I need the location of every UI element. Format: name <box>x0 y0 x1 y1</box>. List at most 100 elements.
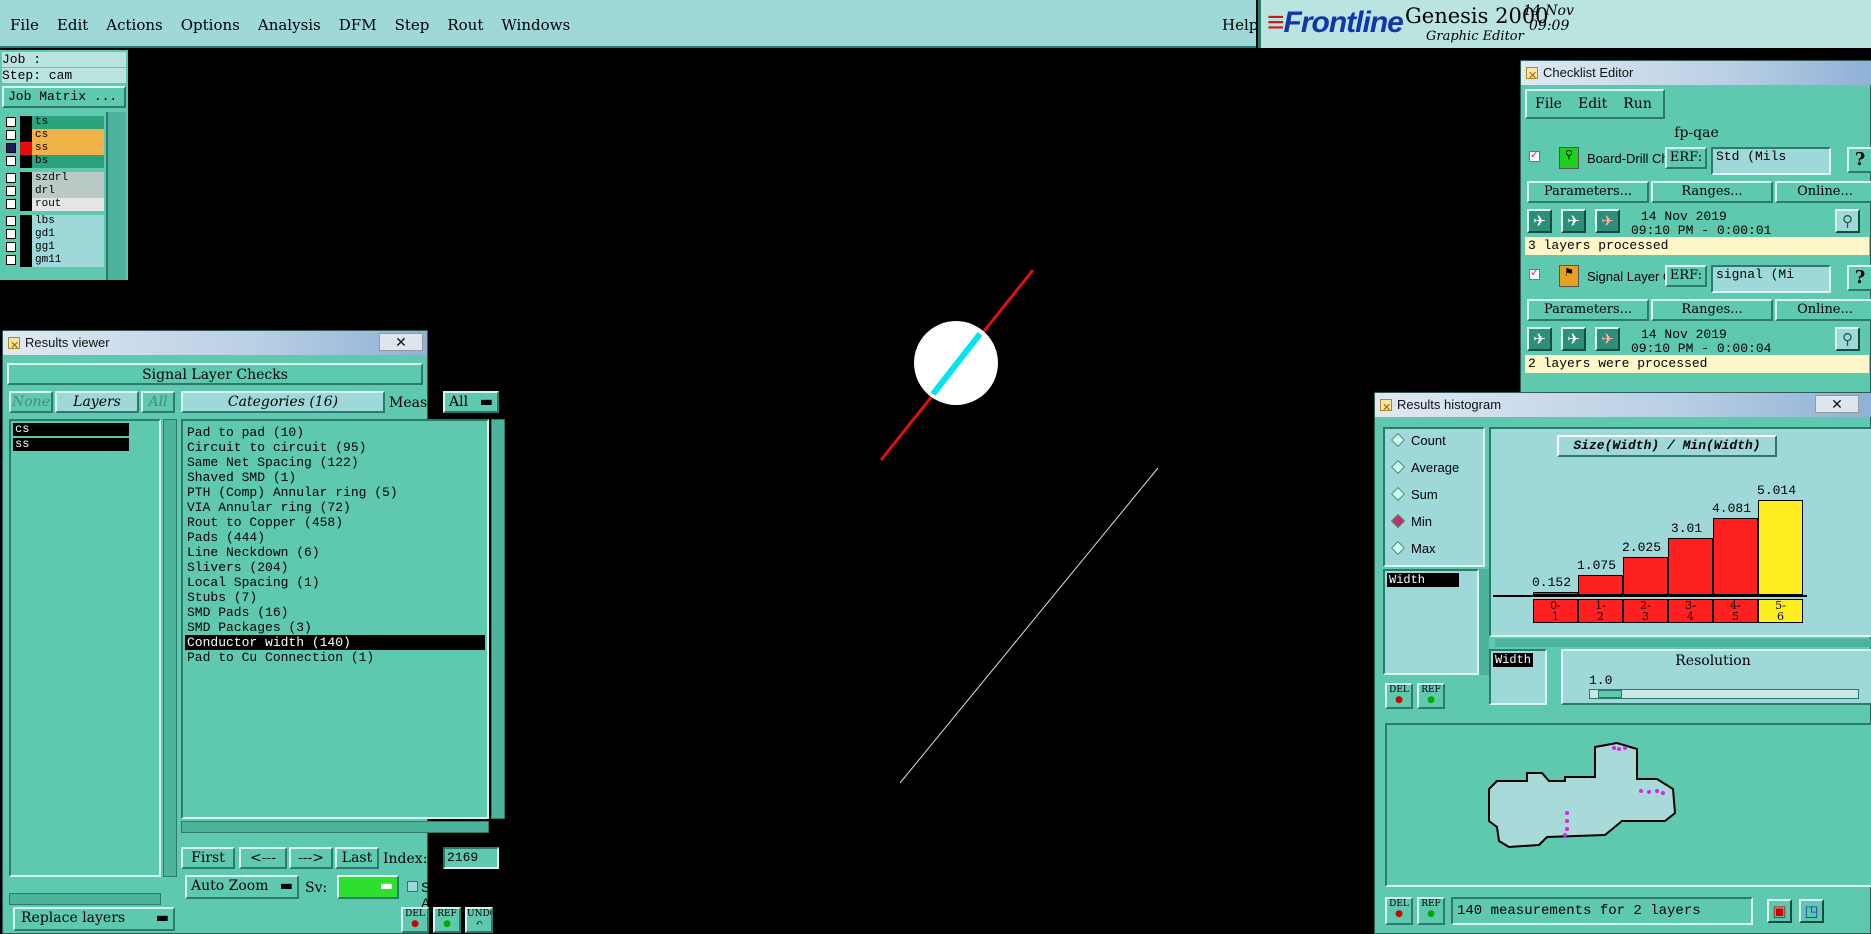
undo-button[interactable]: UNDO↶ <box>465 907 493 933</box>
category-item[interactable]: Circuit to circuit (95) <box>185 440 485 455</box>
category-item[interactable]: Line Neckdown (6) <box>185 545 485 560</box>
prev-button[interactable]: <--- <box>239 847 287 869</box>
layer-checkbox[interactable] <box>6 186 16 196</box>
layer-checkbox[interactable] <box>6 156 16 166</box>
layer-list-scrollbar[interactable] <box>163 419 177 877</box>
bar-category-label[interactable]: 0-1 <box>1533 599 1578 623</box>
menu-options[interactable]: Options <box>181 16 240 34</box>
run-all-icon[interactable]: ✈ <box>1561 327 1586 351</box>
histogram-bar[interactable] <box>1713 518 1758 595</box>
layer-checkbox[interactable] <box>6 229 16 239</box>
parameters-button[interactable]: Parameters... <box>1527 181 1649 203</box>
ranges-button[interactable]: Ranges... <box>1651 181 1773 203</box>
layers-tab[interactable]: Layers <box>55 391 139 413</box>
layer-row[interactable]: cs <box>4 129 104 142</box>
layer-checkbox[interactable] <box>6 199 16 209</box>
histogram-bar[interactable] <box>1758 500 1803 595</box>
run-all-icon[interactable]: ✈ <box>1561 209 1586 233</box>
histogram-titlebar[interactable]: Results histogram ✕ <box>1375 393 1871 420</box>
category-item[interactable]: Pad to Cu Connection (1) <box>185 650 485 665</box>
histogram-bar[interactable] <box>1668 538 1713 595</box>
show-all-checkbox[interactable] <box>407 881 418 892</box>
sv-color-dropdown[interactable]: ▬ <box>337 875 399 899</box>
stop-icon[interactable]: ✈ <box>1595 327 1620 351</box>
bar-category-label[interactable]: 2-3 <box>1623 599 1668 623</box>
attribute2-item[interactable]: Width <box>1493 653 1533 667</box>
first-button[interactable]: First <box>181 847 235 869</box>
stop-icon[interactable]: ✈ <box>1595 209 1620 233</box>
zoom-results-icon[interactable]: ⚲ <box>1835 327 1860 351</box>
menu-step[interactable]: Step <box>395 16 430 34</box>
layer-row[interactable]: bs <box>4 155 104 168</box>
auto-zoom-dropdown[interactable]: Auto Zoom ▬ <box>185 875 299 899</box>
menu-edit[interactable]: Edit <box>57 16 88 34</box>
category-item[interactable]: SMD Pads (16) <box>185 605 485 620</box>
parameters-button[interactable]: Parameters... <box>1527 299 1649 321</box>
mode-sum-radio[interactable]: Sum <box>1390 486 1438 502</box>
attribute-scrollbar[interactable] <box>1479 569 1489 675</box>
help-button[interactable]: ? <box>1847 265 1871 291</box>
category-item[interactable]: Local Spacing (1) <box>185 575 485 590</box>
layer-row[interactable]: lbs <box>4 215 104 228</box>
mode-count-radio[interactable]: Count <box>1390 432 1446 448</box>
checklist-menu-file[interactable]: File <box>1535 96 1562 112</box>
bottom-hscrollbar[interactable] <box>9 893 161 905</box>
layer-row[interactable]: gm11 <box>4 254 104 267</box>
chart-hscrollbar[interactable] <box>1495 639 1871 647</box>
checklist-titlebar[interactable]: Checklist Editor <box>1521 61 1871 88</box>
result-layer-item[interactable]: ss <box>13 438 129 451</box>
layer-row[interactable]: szdrl <box>4 172 104 185</box>
zoom-results-icon[interactable]: ⚲ <box>1835 209 1860 233</box>
bar-category-label[interactable]: 4-5 <box>1713 599 1758 623</box>
run-icon[interactable]: ✈ <box>1527 209 1552 233</box>
layer-row[interactable]: ts <box>4 116 104 129</box>
check-label[interactable]: Signal Layer Ch <box>1587 269 1669 284</box>
menu-help[interactable]: Help <box>1222 16 1258 34</box>
board-preview[interactable] <box>1385 723 1871 887</box>
category-item[interactable]: Pad to pad (10) <box>185 425 485 440</box>
bar-category-label[interactable]: 5-6 <box>1758 599 1803 623</box>
checklist-menu-run[interactable]: Run <box>1623 96 1652 112</box>
zoom-fit-icon[interactable]: ◳ <box>1799 899 1824 923</box>
online-button[interactable]: Online... <box>1775 299 1871 321</box>
category-item[interactable]: PTH (Comp) Annular ring (5) <box>185 485 485 500</box>
layer-checkbox[interactable] <box>6 117 16 127</box>
layer-checkbox[interactable] <box>6 173 16 183</box>
category-item[interactable]: VIA Annular ring (72) <box>185 500 485 515</box>
job-matrix-button[interactable]: Job Matrix ... <box>2 86 126 108</box>
checklist-menu-edit[interactable]: Edit <box>1578 96 1607 112</box>
run-icon[interactable]: ✈ <box>1527 327 1552 351</box>
category-list[interactable]: Pad to pad (10) Circuit to circuit (95) Sa… <box>181 419 489 819</box>
category-item[interactable]: Conductor width (140) <box>185 635 485 650</box>
layer-checkbox[interactable] <box>6 242 16 252</box>
zoom-window-icon[interactable]: ▣ <box>1767 899 1792 923</box>
layer-row[interactable]: gd1 <box>4 228 104 241</box>
layer-row[interactable]: drl <box>4 185 104 198</box>
category-item[interactable]: SMD Packages (3) <box>185 620 485 635</box>
close-icon[interactable]: ✕ <box>379 333 423 351</box>
index-input[interactable]: 2169 <box>443 847 499 869</box>
layer-checkbox[interactable] <box>6 255 16 265</box>
category-item[interactable]: Stubs (7) <box>185 590 485 605</box>
category-item[interactable]: Pads (444) <box>185 530 485 545</box>
hist-ref-button[interactable]: REF ● <box>1417 683 1445 709</box>
none-button[interactable]: None <box>9 391 53 413</box>
preview-ref-button[interactable]: REF ● <box>1417 897 1445 925</box>
replace-layers-dropdown[interactable]: Replace layers ▬ <box>13 907 175 931</box>
result-layer-item[interactable]: cs <box>13 423 129 436</box>
ref-button[interactable]: REF ● <box>433 907 461 933</box>
category-item[interactable]: Same Net Spacing (122) <box>185 455 485 470</box>
mode-average-radio[interactable]: Average <box>1390 459 1459 475</box>
meas-dropdown[interactable]: All ▬ <box>443 391 499 413</box>
check-enabled-checkbox[interactable]: ✓ <box>1529 266 1540 280</box>
online-button[interactable]: Online... <box>1775 181 1871 203</box>
layer-row[interactable]: rout <box>4 198 104 211</box>
menu-windows[interactable]: Windows <box>501 16 570 34</box>
attribute-item-selected[interactable]: Width <box>1387 573 1459 587</box>
layer-row[interactable]: ss <box>4 142 104 155</box>
preview-del-button[interactable]: DEL ● <box>1385 897 1413 925</box>
category-item[interactable]: Rout to Copper (458) <box>185 515 485 530</box>
erf-button[interactable]: ERF: <box>1665 265 1707 287</box>
layer-results-list[interactable]: cs ss <box>9 419 161 877</box>
categories-tab[interactable]: Categories (16) <box>181 391 385 413</box>
